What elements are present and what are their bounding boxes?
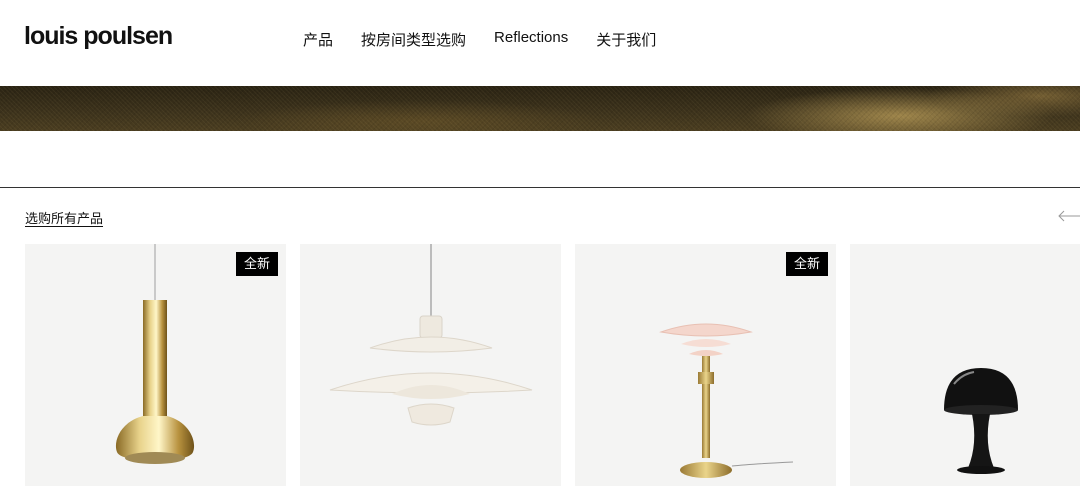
product-card[interactable] <box>850 244 1080 486</box>
nav-item-shop-by-room[interactable]: 按房间类型选购 <box>361 29 466 50</box>
new-badge: 全新 <box>235 252 278 276</box>
arrow-left-icon[interactable] <box>1056 206 1080 226</box>
product-card[interactable]: 全新 <box>25 244 286 486</box>
nav-item-products[interactable]: 产品 <box>303 29 333 50</box>
new-badge: 全新 <box>785 252 828 276</box>
nav-item-reflections[interactable]: Reflections <box>494 29 568 50</box>
pink-tiered-table-lamp-image <box>659 323 794 478</box>
shop-all-products-link[interactable]: 选购所有产品 <box>25 208 103 227</box>
product-card[interactable]: 全新 <box>575 244 836 486</box>
black-mushroom-table-lamp-image <box>944 368 1018 474</box>
hero-banner-image <box>0 86 1080 131</box>
brass-pendant-lamp-image <box>115 244 195 464</box>
nav-item-about-us[interactable]: 关于我们 <box>596 29 656 50</box>
brand-logo[interactable]: louis poulsen <box>24 22 173 51</box>
white-tiered-pendant-lamp-image <box>329 244 533 426</box>
site-header: louis poulsen 产品 按房间类型选购 Reflections 关于我… <box>0 0 1080 86</box>
section-divider <box>0 187 1080 188</box>
main-nav: 产品 按房间类型选购 Reflections 关于我们 <box>303 29 656 50</box>
product-card[interactable] <box>300 244 561 486</box>
